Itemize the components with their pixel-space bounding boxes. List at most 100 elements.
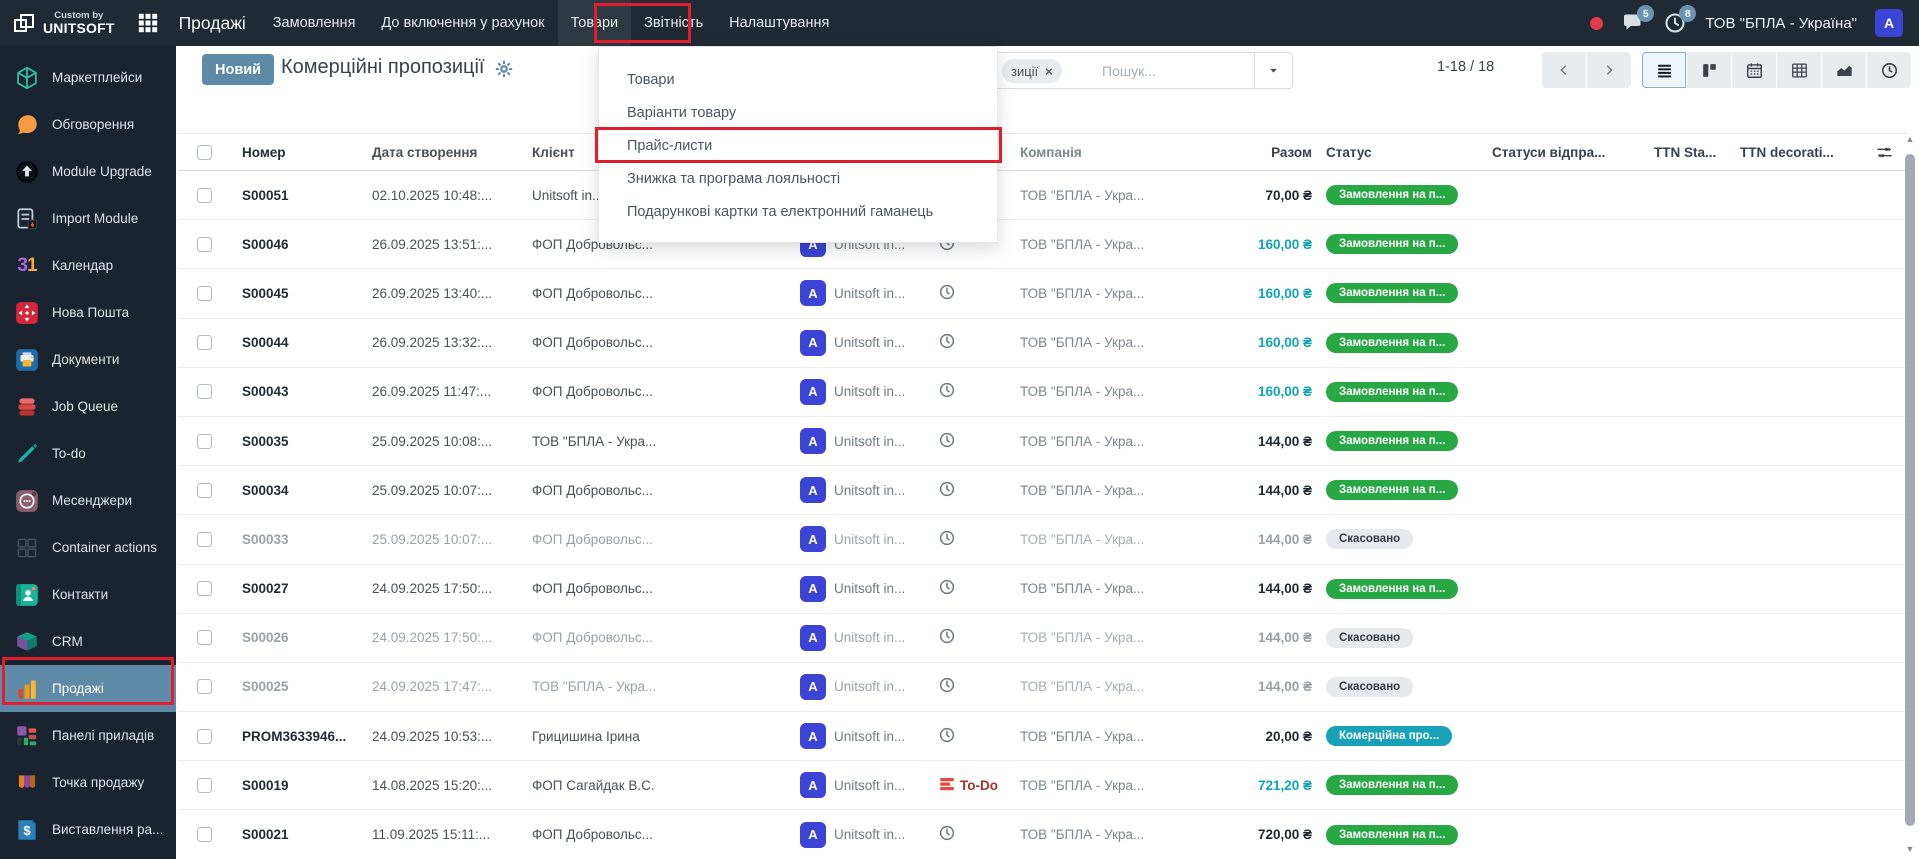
- sidebar-item-4[interactable]: 31Календар: [0, 242, 176, 289]
- activity-clock-icon[interactable]: [938, 676, 956, 697]
- table-row-S00051[interactable]: S0005102.10.2025 10:48:...Unitsoft in...…: [178, 171, 1907, 220]
- scrollbar-down-arrow[interactable]: ▼: [1904, 842, 1916, 856]
- pager-next-button[interactable]: [1587, 52, 1631, 88]
- company-switcher[interactable]: ТОВ "БПЛА - Україна": [1705, 15, 1857, 32]
- apps-grid-icon[interactable]: [137, 12, 159, 34]
- row-checkbox[interactable]: [197, 679, 212, 694]
- column-header-ttn-sta[interactable]: TTN Sta...: [1646, 145, 1732, 160]
- row-checkbox[interactable]: [197, 630, 212, 645]
- activity-todo-icon[interactable]: [938, 775, 956, 796]
- sidebar-item-5[interactable]: Нова Пошта: [0, 289, 176, 336]
- sidebar-item-1[interactable]: Обговорення: [0, 101, 176, 148]
- activity-clock-icon[interactable]: [938, 529, 956, 550]
- row-checkbox[interactable]: [197, 827, 212, 842]
- sidebar-item-12[interactable]: CRM: [0, 618, 176, 665]
- activity-clock-icon[interactable]: [938, 480, 956, 501]
- view-pivot-button[interactable]: [1777, 52, 1821, 88]
- table-row-S00046[interactable]: S0004626.09.2025 13:51:...ФОП Добровольс…: [178, 220, 1907, 269]
- table-row-S00044[interactable]: S0004426.09.2025 13:32:...ФОП Добровольс…: [178, 319, 1907, 368]
- activity-clock-icon[interactable]: [938, 578, 956, 599]
- row-checkbox[interactable]: [197, 335, 212, 350]
- activity-clock-icon[interactable]: [938, 627, 956, 648]
- dropdown-item-2[interactable]: Прайс-листи: [599, 129, 997, 162]
- sidebar-item-13[interactable]: Продажі: [0, 665, 176, 712]
- dropdown-item-4[interactable]: Подарункові картки та електронний гамане…: [599, 195, 997, 228]
- activity-clock-icon[interactable]: [938, 283, 956, 304]
- table-row-S00034[interactable]: S0003425.09.2025 10:07:...ФОП Добровольс…: [178, 466, 1907, 515]
- view-calendar-button[interactable]: [1732, 52, 1776, 88]
- sidebar-item-label: Виставлення ра...: [52, 822, 163, 837]
- table-row-S00045[interactable]: S0004526.09.2025 13:40:...ФОП Добровольс…: [178, 269, 1907, 318]
- topbar-menu-item-0[interactable]: Замовлення: [260, 0, 369, 46]
- user-avatar[interactable]: A: [1875, 9, 1903, 37]
- row-checkbox[interactable]: [197, 286, 212, 301]
- sidebar-item-11[interactable]: Контакти: [0, 571, 176, 618]
- sidebar-item-14[interactable]: Панелі приладів: [0, 712, 176, 759]
- table-row-PROM3633946...[interactable]: PROM3633946...24.09.2025 10:53:...Грициш…: [178, 712, 1907, 761]
- sidebar-item-10[interactable]: Container actions: [0, 524, 176, 571]
- table-row-S00033[interactable]: S0003325.09.2025 10:07:...ФОП Добровольс…: [178, 515, 1907, 564]
- column-header-date[interactable]: Дата створення: [364, 145, 524, 160]
- column-header-shipping-status[interactable]: Статуси відпра...: [1484, 145, 1646, 160]
- activity-clock-icon[interactable]: [938, 726, 956, 747]
- row-checkbox[interactable]: [197, 434, 212, 449]
- search-input[interactable]: [1102, 57, 1242, 84]
- view-kanban-button[interactable]: [1687, 52, 1731, 88]
- sidebar-item-0[interactable]: Маркетплейси: [0, 54, 176, 101]
- sidebar-item-9[interactable]: Месенджери: [0, 477, 176, 524]
- topbar-menu-item-4[interactable]: Налаштування: [716, 0, 842, 46]
- row-checkbox[interactable]: [197, 237, 212, 252]
- row-checkbox[interactable]: [197, 532, 212, 547]
- row-checkbox[interactable]: [197, 483, 212, 498]
- column-header-company[interactable]: Компанія: [1014, 145, 1238, 160]
- dropdown-item-0[interactable]: Товари: [599, 63, 997, 96]
- sidebar-item-15[interactable]: Точка продажу: [0, 759, 176, 806]
- new-button[interactable]: Новий: [202, 54, 274, 85]
- view-activity-button[interactable]: [1867, 52, 1911, 88]
- scrollbar-thumb[interactable]: [1905, 154, 1915, 826]
- activity-clock-icon[interactable]: [938, 381, 956, 402]
- dropdown-item-1[interactable]: Варіанти товару: [599, 96, 997, 129]
- view-graph-button[interactable]: [1822, 52, 1866, 88]
- table-row-S00021[interactable]: S0002111.09.2025 15:11:...ФОП Добровольс…: [178, 810, 1907, 859]
- table-row-S00027[interactable]: S0002724.09.2025 17:50:...ФОП Добровольс…: [178, 565, 1907, 614]
- scrollbar-up-arrow[interactable]: ▲: [1904, 132, 1916, 146]
- column-header-number[interactable]: Номер: [230, 145, 364, 160]
- column-header-ttn-decoration[interactable]: TTN decorati...: [1732, 145, 1862, 160]
- dropdown-item-3[interactable]: Знижка та програма лояльності: [599, 162, 997, 195]
- row-checkbox[interactable]: [197, 384, 212, 399]
- topbar-menu-item-3[interactable]: Звітність: [631, 0, 716, 46]
- topbar-menu-item-2[interactable]: Товари: [558, 0, 632, 46]
- table-row-S00026[interactable]: S0002624.09.2025 17:50:...ФОП Добровольс…: [178, 614, 1907, 663]
- topbar-menu-item-1[interactable]: До включення у рахунок: [368, 0, 557, 46]
- current-app-name[interactable]: Продажі: [179, 13, 246, 34]
- sidebar-item-7[interactable]: Job Queue: [0, 383, 176, 430]
- pager-prev-button[interactable]: [1542, 52, 1586, 88]
- view-list-button[interactable]: [1642, 52, 1686, 88]
- row-checkbox[interactable]: [197, 729, 212, 744]
- activity-clock-icon[interactable]: [938, 431, 956, 452]
- table-row-S00043[interactable]: S0004326.09.2025 11:47:...ФОП Добровольс…: [178, 368, 1907, 417]
- sidebar-item-8[interactable]: To-do: [0, 430, 176, 477]
- table-row-S00025[interactable]: S0002524.09.2025 17:47:...ТОВ "БПЛА - Ук…: [178, 663, 1907, 712]
- sidebar-item-16[interactable]: $Виставлення ра...: [0, 806, 176, 853]
- facet-remove-icon[interactable]: ×: [1045, 64, 1053, 79]
- column-header-total[interactable]: Разом: [1238, 145, 1318, 160]
- table-row-S00035[interactable]: S0003525.09.2025 10:08:...ТОВ "БПЛА - Ук…: [178, 417, 1907, 466]
- row-checkbox[interactable]: [197, 778, 212, 793]
- messages-icon[interactable]: 5: [1621, 11, 1645, 35]
- sidebar-item-2[interactable]: Module Upgrade: [0, 148, 176, 195]
- activities-icon[interactable]: 8: [1663, 11, 1687, 35]
- activity-clock-icon[interactable]: [938, 824, 956, 845]
- table-row-S00019[interactable]: S0001914.08.2025 15:20:...ФОП Сагайдак В…: [178, 761, 1907, 810]
- sidebar-item-6[interactable]: Документи: [0, 336, 176, 383]
- column-header-status[interactable]: Статус: [1318, 145, 1484, 160]
- optional-columns-icon[interactable]: [1875, 143, 1894, 162]
- row-checkbox[interactable]: [197, 188, 212, 203]
- sidebar-item-3[interactable]: Import Module: [0, 195, 176, 242]
- gear-icon[interactable]: [494, 59, 514, 79]
- row-checkbox[interactable]: [197, 581, 212, 596]
- select-all-checkbox[interactable]: [197, 145, 212, 160]
- activity-clock-icon[interactable]: [938, 332, 956, 353]
- search-dropdown-toggle[interactable]: [1254, 53, 1292, 88]
